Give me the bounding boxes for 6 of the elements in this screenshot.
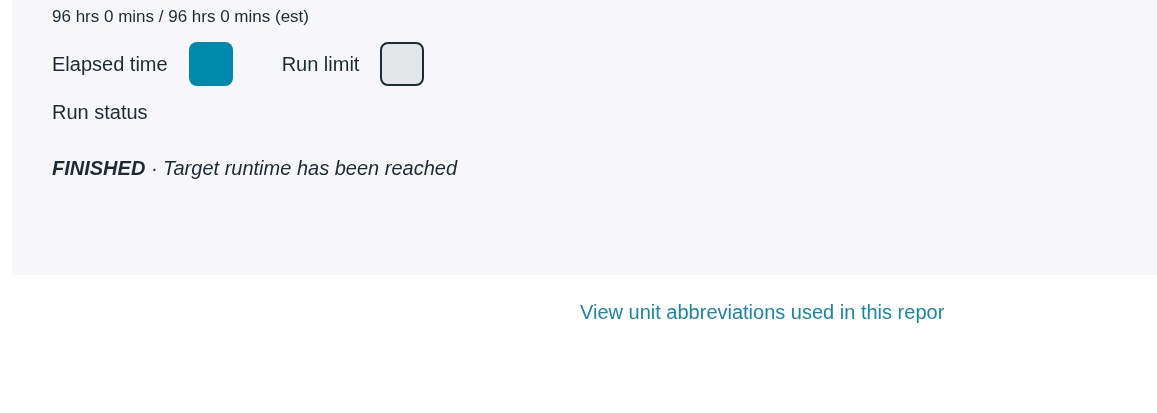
legend-label: Run limit <box>281 52 360 77</box>
legend-label: Elapsed time <box>52 52 168 77</box>
status-text: FINISHED · Target runtime has been reached <box>52 156 457 180</box>
runtime-text: 96 hrs 0 mins / 96 hrs 0 mins (est) <box>52 6 309 28</box>
abbreviations-link[interactable]: View unit abbreviations used in this repor <box>580 293 945 331</box>
status-label: Run status <box>52 100 148 124</box>
